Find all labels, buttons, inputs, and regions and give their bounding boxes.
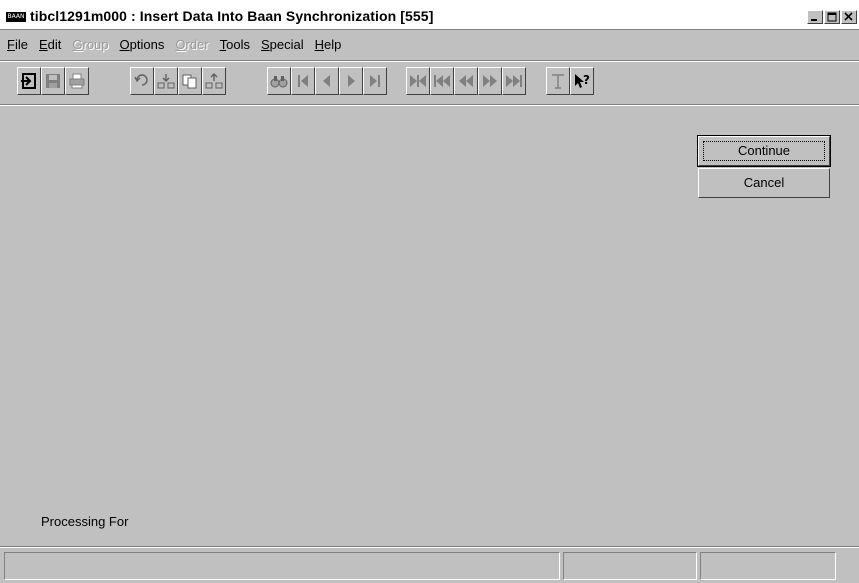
previous-set-icon: [434, 75, 450, 87]
previous-page-button[interactable]: [454, 67, 478, 95]
status-pane-main: [4, 552, 560, 580]
print-button[interactable]: [65, 67, 89, 95]
menu-order[interactable]: Order: [175, 37, 208, 52]
status-divider: [0, 546, 859, 548]
next-record-button[interactable]: [339, 67, 363, 95]
menu-tools[interactable]: Tools: [220, 37, 250, 52]
menu-special[interactable]: Special: [261, 37, 304, 52]
context-help-button[interactable]: ?: [570, 67, 594, 95]
status-pane-middle: [563, 552, 697, 580]
last-set-button[interactable]: [502, 67, 526, 95]
svg-text:?: ?: [583, 73, 590, 87]
application-window: BAAN tibcl1291m000 : Insert Data Into Ba…: [0, 0, 859, 583]
menu-group[interactable]: Group: [72, 37, 108, 52]
toolbar: ?: [0, 64, 859, 102]
duplicate-record-icon: [182, 74, 197, 89]
next-page-icon: [483, 75, 497, 87]
previous-set-button[interactable]: [430, 67, 454, 95]
last-record-icon: [370, 75, 380, 87]
menu-help[interactable]: Help: [315, 37, 342, 52]
insert-record-icon: [157, 74, 175, 89]
previous-record-icon: [323, 75, 330, 87]
first-set-button[interactable]: [406, 67, 430, 95]
processing-for-label: Processing For: [41, 514, 129, 529]
status-pane-right: [700, 552, 836, 580]
minimize-button[interactable]: [807, 10, 823, 24]
continue-label: Continue: [737, 143, 791, 158]
context-help-icon: ?: [575, 73, 590, 88]
duplicate-record-button[interactable]: [178, 67, 202, 95]
window-title: tibcl1291m000 : Insert Data Into Baan Sy…: [30, 8, 434, 24]
undo-button[interactable]: [130, 67, 154, 95]
maximize-icon: [827, 12, 837, 22]
next-record-icon: [348, 75, 355, 87]
minimize-icon: [811, 19, 817, 21]
previous-record-button[interactable]: [315, 67, 339, 95]
find-button[interactable]: [267, 67, 291, 95]
undo-icon: [134, 74, 148, 86]
exit-button[interactable]: [17, 67, 41, 95]
continue-button[interactable]: Continue: [697, 135, 831, 167]
text-button[interactable]: [546, 67, 570, 95]
find-icon: [270, 76, 288, 88]
close-icon: [844, 12, 853, 21]
menu-file[interactable]: File: [7, 37, 28, 52]
menu-edit[interactable]: Edit: [39, 37, 61, 52]
save-button[interactable]: [41, 67, 65, 95]
last-record-button[interactable]: [363, 67, 387, 95]
exit-icon: [21, 73, 36, 89]
app-icon[interactable]: BAAN: [6, 12, 26, 22]
close-button[interactable]: [841, 10, 857, 24]
first-set-icon: [410, 75, 426, 87]
delete-record-icon: [205, 73, 223, 89]
delete-record-button[interactable]: [202, 67, 226, 95]
cancel-button[interactable]: Cancel: [698, 168, 830, 198]
print-icon: [69, 73, 85, 89]
previous-page-icon: [459, 75, 473, 87]
menu-options[interactable]: Options: [120, 37, 165, 52]
window-controls: [806, 10, 857, 24]
insert-record-button[interactable]: [154, 67, 178, 95]
text-icon: [552, 74, 564, 89]
last-set-icon: [506, 75, 522, 87]
toolbar-divider: [0, 60, 859, 62]
menu-bar: File Edit Group Options Order Tools Spec…: [0, 32, 859, 56]
cancel-label: Cancel: [743, 175, 785, 190]
first-record-icon: [298, 75, 308, 87]
maximize-button[interactable]: [824, 10, 840, 24]
save-icon: [46, 74, 60, 88]
first-record-button[interactable]: [291, 67, 315, 95]
title-bar[interactable]: BAAN tibcl1291m000 : Insert Data Into Ba…: [0, 0, 859, 30]
next-page-button[interactable]: [478, 67, 502, 95]
